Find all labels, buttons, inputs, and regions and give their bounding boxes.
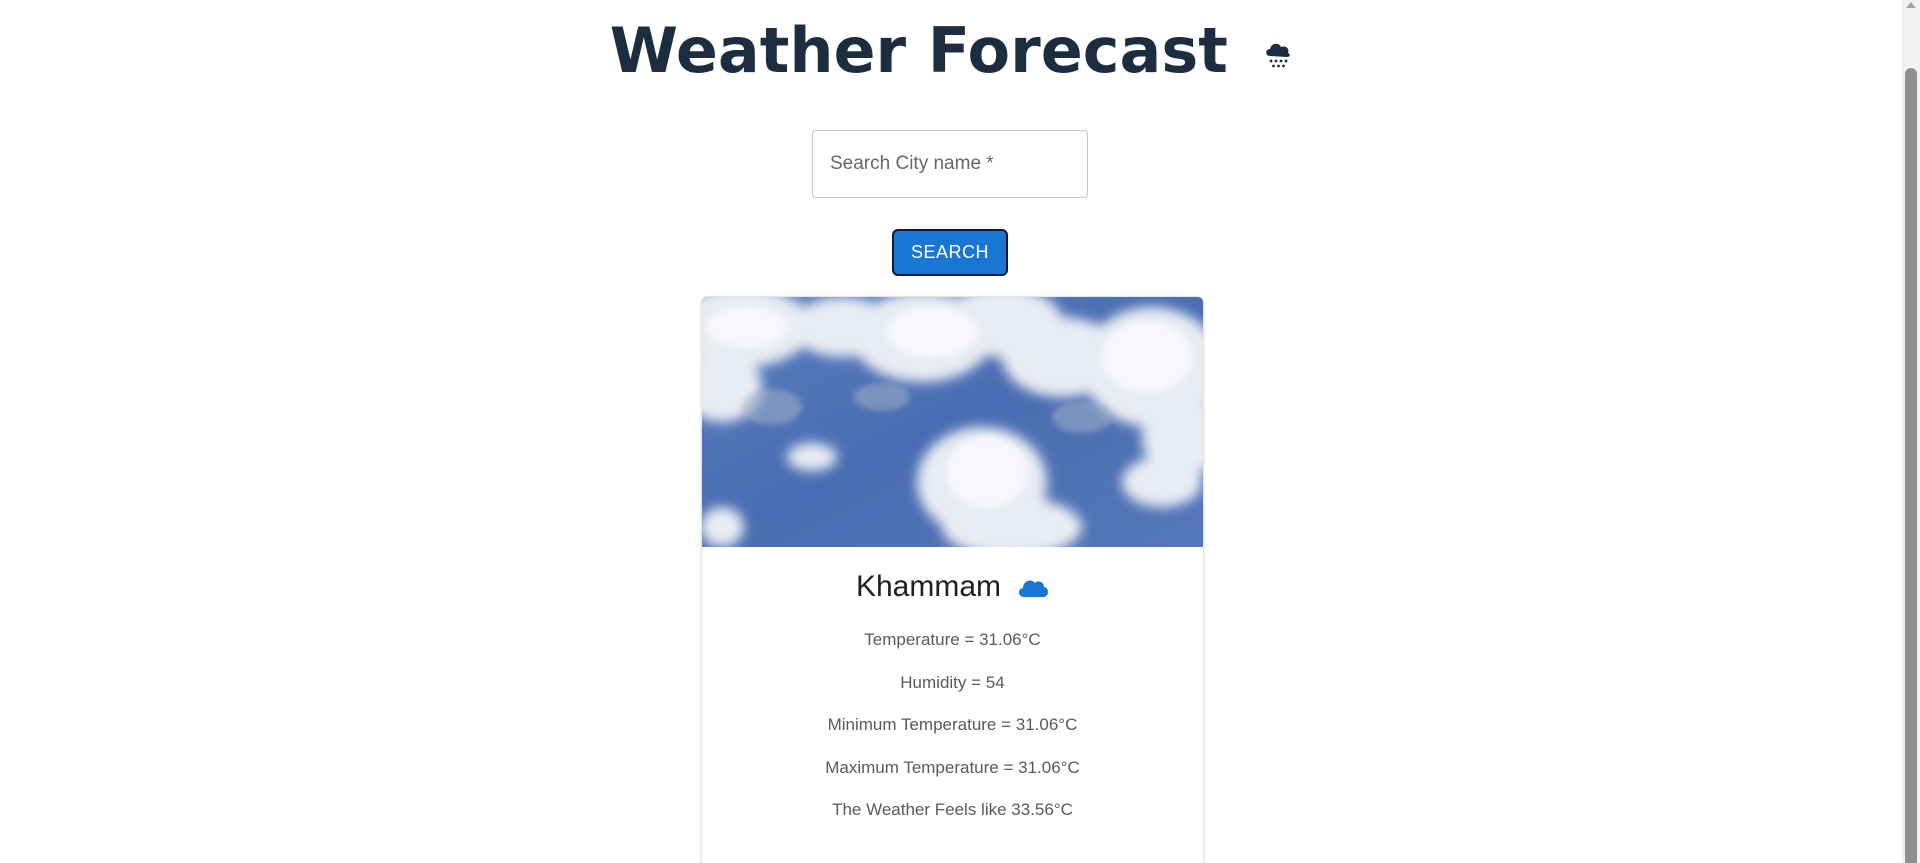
weather-card: Khammam Temperature = 31.06°C Humidity =…: [701, 296, 1204, 863]
min-temperature-text: Minimum Temperature = 31.06°C: [827, 715, 1078, 734]
header: Weather Forecast: [0, 14, 1902, 87]
search-input[interactable]: [813, 131, 1087, 197]
city-row: Khammam: [702, 567, 1203, 607]
snow-cloud-icon: [1264, 40, 1292, 70]
weather-stats: Temperature = 31.06°C Humidity = 54 Mini…: [702, 619, 1203, 832]
city-name: Khammam: [855, 570, 1002, 603]
vertical-scrollbar[interactable]: [1902, 0, 1920, 863]
temperature-text: Temperature = 31.06°C: [864, 630, 1041, 649]
sky-with-clouds-image: [702, 297, 1203, 557]
weather-details: Khammam Temperature = 31.06°C Humidity =…: [702, 547, 1203, 832]
humidity-text: Humidity = 54: [900, 672, 1005, 692]
cloud-icon: [1018, 580, 1049, 597]
search-field[interactable]: Search City name *: [812, 130, 1088, 198]
search-button[interactable]: SEARCH: [892, 229, 1008, 276]
page: Weather Forecast Search City name * SEAR…: [0, 0, 1920, 863]
scrollbar-thumb[interactable]: [1905, 68, 1917, 863]
page-title: Weather Forecast: [609, 14, 1228, 87]
feels-like-text: The Weather Feels like 33.56°C: [832, 800, 1073, 819]
max-temperature-text: Maximum Temperature = 31.06°C: [825, 757, 1080, 777]
scroll-up-arrow-icon[interactable]: [1906, 2, 1916, 8]
